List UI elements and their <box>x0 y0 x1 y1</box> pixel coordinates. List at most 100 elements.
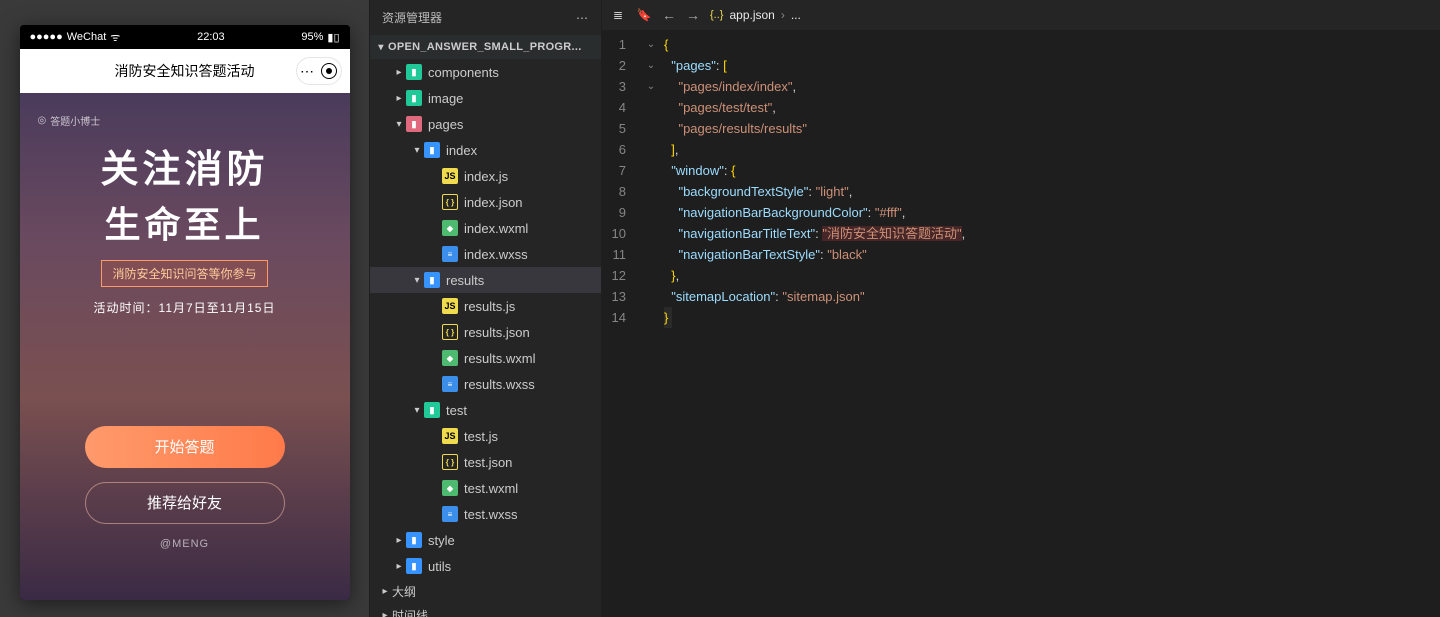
app-logo: ◎ 答题小博士 <box>38 113 101 128</box>
file-results-json[interactable]: { }results.json <box>370 319 601 345</box>
date-range: 活动时间：11月7日至11月15日 <box>94 299 276 316</box>
folder-icon: ▮ <box>424 142 440 158</box>
chevron-right-icon[interactable]: ▸ <box>378 610 392 617</box>
nav-back-icon[interactable]: ← <box>662 7 676 23</box>
folder-utils[interactable]: ▸▮utils <box>370 553 601 579</box>
file-results-js[interactable]: JSresults.js <box>370 293 601 319</box>
outline-section[interactable]: ▸大纲 <box>370 579 601 603</box>
file-test-wxss[interactable]: ≡test.wxss <box>370 501 601 527</box>
folder-image[interactable]: ▸▮image <box>370 85 601 111</box>
fold-icon[interactable]: ⌄ <box>638 34 664 55</box>
chevron-down-icon[interactable]: ▾ <box>392 119 406 130</box>
folder-icon: ▮ <box>406 116 422 132</box>
miniprogram-navbar: 消防安全知识答题活动 ⋯ <box>20 49 350 93</box>
medal-icon: ◎ <box>38 115 47 126</box>
file-tree[interactable]: ▾ OPEN_ANSWER_SMALL_PROGR... ▸▮component… <box>370 35 601 617</box>
folder-icon: ▮ <box>424 402 440 418</box>
json-icon: {..} <box>710 9 723 21</box>
editor-panel: ≣ 🔖 ← → {..} app.json › ... 123456789101… <box>602 0 1440 617</box>
chevron-right-icon[interactable]: ▸ <box>378 586 392 597</box>
signal-icon: ●●●●● <box>30 31 63 43</box>
wxss-icon: ≡ <box>442 246 458 262</box>
folder-pages[interactable]: ▾▮pages <box>370 111 601 137</box>
fold-gutter[interactable]: ⌄ ⌄ ⌄ <box>638 30 664 617</box>
battery-icon: ▮▯ <box>327 31 339 44</box>
explorer-panel: 资源管理器 ⋯ ▾ OPEN_ANSWER_SMALL_PROGR... ▸▮c… <box>369 0 602 617</box>
project-root[interactable]: ▾ OPEN_ANSWER_SMALL_PROGR... <box>370 35 601 59</box>
chevron-right-icon[interactable]: ▸ <box>392 93 406 104</box>
fold-icon[interactable]: ⌄ <box>638 55 664 76</box>
file-results-wxml[interactable]: ◆results.wxml <box>370 345 601 371</box>
editor-tab-bar: ≣ 🔖 ← → {..} app.json › ... <box>602 0 1440 30</box>
chevron-right-icon[interactable]: ▸ <box>392 535 406 546</box>
folder-results[interactable]: ▾▮results <box>370 267 601 293</box>
folder-icon: ▮ <box>424 272 440 288</box>
list-icon[interactable]: ≣ <box>610 8 626 22</box>
tab-filename: app.json <box>729 8 774 22</box>
code-editor[interactable]: 1234567891011121314 ⌄ ⌄ ⌄ { "pages": [ "… <box>602 30 1440 617</box>
folder-index[interactable]: ▾▮index <box>370 137 601 163</box>
battery-pct: 95% <box>301 31 323 43</box>
folder-components[interactable]: ▸▮components <box>370 59 601 85</box>
js-icon: JS <box>442 298 458 314</box>
timeline-section[interactable]: ▸时间线 <box>370 603 601 617</box>
json-icon: { } <box>442 194 458 210</box>
start-quiz-button[interactable]: 开始答题 <box>85 426 285 468</box>
file-index-json[interactable]: { }index.json <box>370 189 601 215</box>
phone-simulator: ●●●●● WeChat ᯤ 22:03 95% ▮▯ 消防安全知识答题活动 ⋯… <box>20 25 350 600</box>
folder-style[interactable]: ▸▮style <box>370 527 601 553</box>
json-icon: { } <box>442 324 458 340</box>
bookmark-icon[interactable]: 🔖 <box>636 8 652 22</box>
fold-icon[interactable]: ⌄ <box>638 76 664 97</box>
breadcrumb-tail: ... <box>791 8 801 22</box>
tab-app-json[interactable]: {..} app.json › ... <box>710 8 801 22</box>
file-index-wxss[interactable]: ≡index.wxss <box>370 241 601 267</box>
more-icon[interactable]: ⋯ <box>300 63 314 80</box>
phone-status-bar: ●●●●● WeChat ᯤ 22:03 95% ▮▯ <box>20 25 350 49</box>
explorer-header: 资源管理器 ⋯ <box>370 0 601 35</box>
carrier-label: WeChat <box>67 31 107 43</box>
wifi-icon: ᯤ <box>110 30 120 45</box>
subtitle-chip: 消防安全知识问答等你参与 <box>101 260 267 287</box>
file-test-wxml[interactable]: ◆test.wxml <box>370 475 601 501</box>
simulator-panel: ●●●●● WeChat ᯤ 22:03 95% ▮▯ 消防安全知识答题活动 ⋯… <box>0 0 369 617</box>
credit: @MENG <box>160 538 209 550</box>
folder-test[interactable]: ▾▮test <box>370 397 601 423</box>
file-test-json[interactable]: { }test.json <box>370 449 601 475</box>
heading-line1: 关注消防 <box>100 148 268 194</box>
share-button[interactable]: 推荐给好友 <box>85 482 285 524</box>
chevron-down-icon[interactable]: ▾ <box>410 275 424 286</box>
file-index-wxml[interactable]: ◆index.wxml <box>370 215 601 241</box>
chevron-down-icon[interactable]: ▾ <box>374 42 388 53</box>
wxml-icon: ◆ <box>442 350 458 366</box>
nav-title: 消防安全知识答题活动 <box>115 61 255 81</box>
folder-icon: ▮ <box>406 532 422 548</box>
folder-icon: ▮ <box>406 64 422 80</box>
more-icon[interactable]: ⋯ <box>576 11 589 25</box>
chevron-right-icon[interactable]: ▸ <box>392 67 406 78</box>
file-test-js[interactable]: JStest.js <box>370 423 601 449</box>
line-number-gutter: 1234567891011121314 <box>602 30 638 617</box>
file-results-wxss[interactable]: ≡results.wxss <box>370 371 601 397</box>
wxss-icon: ≡ <box>442 376 458 392</box>
code-content[interactable]: { "pages": [ "pages/index/index", "pages… <box>664 30 1440 617</box>
json-icon: { } <box>442 454 458 470</box>
firefighter-graphic <box>20 340 350 600</box>
file-index-js[interactable]: JSindex.js <box>370 163 601 189</box>
folder-icon: ▮ <box>406 558 422 574</box>
clock: 22:03 <box>197 31 225 43</box>
wxml-icon: ◆ <box>442 480 458 496</box>
chevron-down-icon[interactable]: ▾ <box>410 405 424 416</box>
js-icon: JS <box>442 428 458 444</box>
nav-forward-icon[interactable]: → <box>686 7 700 23</box>
explorer-title: 资源管理器 <box>382 9 442 26</box>
chevron-right-icon[interactable]: ▸ <box>392 561 406 572</box>
js-icon: JS <box>442 168 458 184</box>
capsule-menu[interactable]: ⋯ <box>296 57 342 85</box>
close-icon[interactable] <box>321 63 337 79</box>
chevron-down-icon[interactable]: ▾ <box>410 145 424 156</box>
wxml-icon: ◆ <box>442 220 458 236</box>
heading-line2: 生命至上 <box>104 196 264 248</box>
miniprogram-page: ◎ 答题小博士 关注消防 生命至上 消防安全知识问答等你参与 活动时间：11月7… <box>20 93 350 600</box>
folder-icon: ▮ <box>406 90 422 106</box>
